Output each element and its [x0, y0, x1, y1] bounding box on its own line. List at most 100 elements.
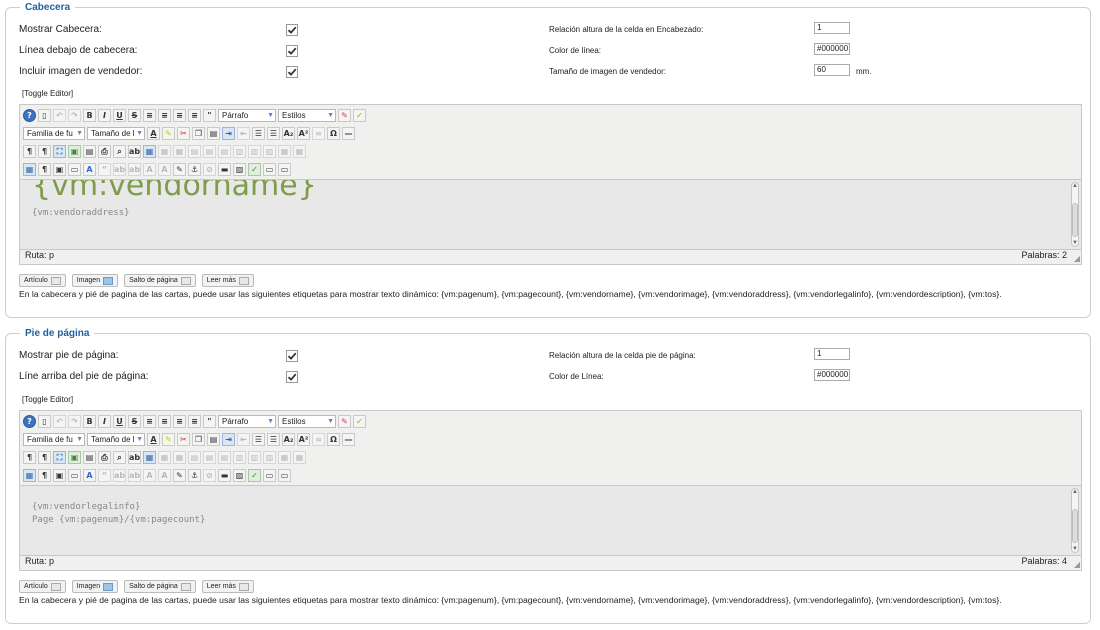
unordered-list-icon[interactable]: ☰ [267, 126, 280, 140]
article-button[interactable]: Artículo [19, 274, 66, 287]
delete-row-icon[interactable]: ▤ [218, 144, 231, 158]
table-row-props-icon[interactable]: ▦ [158, 450, 171, 464]
replace-icon[interactable]: ab [128, 450, 141, 464]
attributes-icon[interactable]: ✎ [173, 162, 186, 176]
readmore-button[interactable]: Leer más [201, 274, 254, 287]
fullscreen-icon[interactable]: ⛶ [53, 450, 66, 464]
link-icon[interactable]: ∞ [312, 126, 325, 140]
ordered-list-icon[interactable]: ☰ [252, 126, 265, 140]
attributes-icon[interactable]: ✎ [173, 468, 186, 482]
superscript-icon[interactable]: A² [297, 432, 310, 446]
split-cells-icon[interactable]: ▦ [278, 450, 291, 464]
template-snippet-icon[interactable]: ▭ [278, 468, 291, 482]
unlink-icon[interactable]: ⊘ [203, 162, 216, 176]
rtl-icon[interactable]: ¶ [38, 450, 51, 464]
show-blocks-icon[interactable]: ¶ [38, 468, 51, 482]
abbr-icon[interactable]: ab [113, 162, 126, 176]
cut-icon[interactable]: ✂ [177, 432, 190, 446]
page-break-icon[interactable]: ▭ [263, 162, 276, 176]
italic-icon[interactable]: I [98, 108, 111, 122]
print-icon[interactable]: ⎙ [98, 144, 111, 158]
text-color-icon[interactable]: A [147, 432, 160, 446]
cite-icon[interactable]: “ [98, 162, 111, 176]
vendor-image-checkbox[interactable] [286, 66, 298, 78]
italic-icon[interactable]: I [98, 414, 111, 428]
pagebreak-button[interactable]: Salto de página [124, 274, 196, 287]
insert-layer-icon[interactable]: ▣ [53, 468, 66, 482]
cite-icon[interactable]: “ [98, 468, 111, 482]
unordered-list-icon[interactable]: ☰ [267, 432, 280, 446]
resize-grip-icon[interactable]: ◢ [1074, 254, 1080, 263]
subscript-icon[interactable]: A₂ [282, 432, 295, 446]
insert-table-icon[interactable]: ▦ [143, 144, 156, 158]
scroll-up-icon[interactable]: ▲ [1072, 183, 1078, 189]
indent-icon[interactable]: ⇥ [222, 126, 235, 140]
styles-select[interactable]: Estilos ▼ [278, 414, 336, 428]
del-icon[interactable]: A [143, 468, 156, 482]
rtl-icon[interactable]: ¶ [38, 144, 51, 158]
del-icon[interactable]: A [143, 162, 156, 176]
new-document-icon[interactable]: ▯ [38, 414, 51, 428]
outdent-icon[interactable]: ⇤ [237, 126, 250, 140]
font-size-select[interactable]: Tamaño de l ▼ [87, 126, 145, 140]
align-left-icon[interactable]: ≡ [143, 108, 156, 122]
styles-props-icon[interactable]: A [83, 162, 96, 176]
horizontal-rule-icon[interactable]: — [342, 126, 355, 140]
image-button[interactable]: Imagen [71, 274, 119, 287]
text-color-icon[interactable]: A [147, 126, 160, 140]
align-justify-icon[interactable]: ≡ [188, 108, 201, 122]
col-after-icon[interactable]: ▥ [248, 144, 261, 158]
cleanup-icon[interactable]: ✓ [353, 108, 366, 122]
absolute-icon[interactable]: ▭ [68, 468, 81, 482]
insert-table-icon[interactable]: ▦ [143, 450, 156, 464]
scroll-down-icon[interactable]: ▼ [1072, 546, 1078, 552]
resize-grip-icon[interactable]: ◢ [1074, 560, 1080, 569]
replace-icon[interactable]: ab [128, 144, 141, 158]
media-icon[interactable]: ▬ [218, 468, 231, 482]
subscript-icon[interactable]: A₂ [282, 126, 295, 140]
article-button[interactable]: Artículo [19, 580, 66, 593]
table-cell-props-icon[interactable]: ▦ [173, 450, 186, 464]
paste-icon[interactable]: ▤ [207, 126, 220, 140]
ordered-list-icon[interactable]: ☰ [252, 432, 265, 446]
visual-aid-icon[interactable]: ▦ [23, 468, 36, 482]
align-justify-icon[interactable]: ≡ [188, 414, 201, 428]
search-icon[interactable]: ⌕ [113, 450, 126, 464]
col-after-icon[interactable]: ▥ [248, 450, 261, 464]
page-break-icon[interactable]: ▭ [263, 468, 276, 482]
footer-toggle-editor-link[interactable]: [Toggle Editor] [22, 395, 73, 404]
show-footer-checkbox[interactable] [286, 350, 298, 362]
template-icon[interactable]: ▤ [83, 450, 96, 464]
row-after-icon[interactable]: ▤ [203, 144, 216, 158]
copy-icon[interactable]: ❐ [192, 126, 205, 140]
redo-icon[interactable]: ↷ [68, 108, 81, 122]
media-icon[interactable]: ▬ [218, 162, 231, 176]
footer-line-color-input[interactable]: #000000 [814, 369, 850, 381]
row-after-icon[interactable]: ▤ [203, 450, 216, 464]
styles-select[interactable]: Estilos ▼ [278, 108, 336, 122]
image-icon[interactable]: ▨ [233, 162, 246, 176]
indent-icon[interactable]: ⇥ [222, 432, 235, 446]
anchor-icon[interactable]: ⚓ [188, 468, 201, 482]
ins-icon[interactable]: A [158, 162, 171, 176]
align-center-icon[interactable]: ≡ [158, 108, 171, 122]
font-family-select[interactable]: Familia de fu ▼ [23, 432, 85, 446]
spellcheck-icon[interactable]: ✓ [248, 162, 261, 176]
template-snippet-icon[interactable]: ▭ [278, 162, 291, 176]
acronym-icon[interactable]: ab [128, 468, 141, 482]
outdent-icon[interactable]: ⇤ [237, 432, 250, 446]
visual-aid-icon[interactable]: ▦ [23, 162, 36, 176]
highlight-color-icon[interactable]: ✎ [162, 126, 175, 140]
align-left-icon[interactable]: ≡ [143, 414, 156, 428]
cleanup-icon[interactable]: ✓ [353, 414, 366, 428]
row-before-icon[interactable]: ▤ [188, 450, 201, 464]
horizontal-rule-icon[interactable]: — [342, 432, 355, 446]
split-cells-icon[interactable]: ▦ [278, 144, 291, 158]
search-icon[interactable]: ⌕ [113, 144, 126, 158]
underline-icon[interactable]: U [113, 414, 126, 428]
vendor-image-size-input[interactable]: 60 [814, 64, 850, 76]
abbr-icon[interactable]: ab [113, 468, 126, 482]
omega-icon[interactable]: Ω [327, 126, 340, 140]
copy-icon[interactable]: ❐ [192, 432, 205, 446]
table-cell-props-icon[interactable]: ▦ [173, 144, 186, 158]
